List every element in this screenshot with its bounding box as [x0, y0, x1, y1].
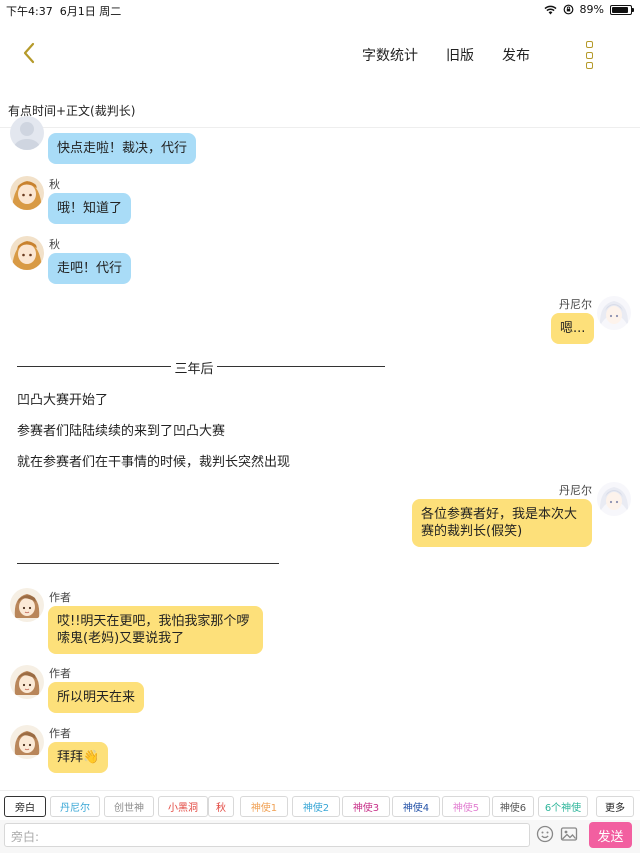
message-bubble[interactable]: 哦！知道了 [48, 193, 132, 224]
section-rule [17, 563, 279, 564]
emoji-button[interactable] [535, 824, 555, 844]
avatar-daniel[interactable] [597, 296, 631, 330]
role-selector-bar: 旁白 丹尼尔 创世神 小黑洞秋神使1 神使2 神使3 神使4 神使5 神使6 6个神使 更多 [0, 790, 640, 820]
narration-line[interactable]: 参赛者们陆陆续续的来到了凹凸大赛 [17, 420, 225, 439]
header-divider [0, 127, 640, 128]
sender-name: 丹尼尔 [559, 298, 592, 311]
avatar-qiu[interactable] [10, 236, 44, 270]
separator-line [217, 366, 385, 367]
avatar-partial[interactable] [10, 116, 44, 150]
author-avatar-icon [10, 588, 44, 622]
more-menu-button[interactable] [580, 41, 598, 69]
avatar-qiu[interactable] [10, 176, 44, 210]
message-line: 各位参赛者好，我是本次大 [421, 507, 578, 522]
avatar-daniel[interactable] [597, 482, 631, 516]
role-chip[interactable]: 更多 [596, 796, 634, 817]
sender-name: 作者 [49, 727, 71, 740]
avatar-author[interactable] [10, 588, 44, 622]
battery-icon [610, 4, 634, 15]
sender-name: 秋 [49, 178, 60, 191]
role-chip[interactable]: 秋 [208, 796, 234, 817]
character-avatar-icon [10, 176, 44, 210]
input-bar: 旁白: 发送 [0, 820, 640, 853]
narration-line[interactable]: 就在参赛者们在干事情的时候，裁判长突然出现 [17, 451, 290, 470]
battery-percent: 89% [579, 3, 604, 16]
image-button[interactable] [559, 824, 579, 844]
battery-fill [612, 6, 629, 13]
character-avatar-icon [597, 482, 631, 516]
chevron-left-icon [23, 42, 35, 64]
message-input[interactable]: 旁白: [4, 823, 530, 847]
menu-dot [585, 41, 593, 48]
role-chip[interactable]: 神使2 [292, 796, 340, 817]
waving-hand-icon: 👋 [83, 750, 100, 765]
top-nav: 字数统计 旧版 发布 [0, 28, 640, 80]
status-time-date: 下午4:37 6月1日 周二 [6, 3, 121, 19]
message-bubble[interactable]: 所以明天在来 [48, 682, 145, 713]
role-chip[interactable]: 神使4 [392, 796, 440, 817]
author-avatar-icon [10, 725, 44, 759]
role-chip[interactable]: 创世神 [104, 796, 154, 817]
message-text: 拜拜 [57, 750, 84, 765]
role-chip[interactable]: 神使3 [342, 796, 390, 817]
role-chip[interactable]: 神使1 [240, 796, 288, 817]
message-bubble[interactable]: 嗯... [551, 313, 595, 344]
message-bubble[interactable]: 各位参赛者好，我是本次大 赛的裁判长(假笑) [412, 499, 592, 547]
word-count-button[interactable]: 字数统计 [362, 45, 418, 65]
role-chip[interactable]: 小黑洞 [158, 796, 208, 817]
status-date: 6月1日 周二 [59, 5, 122, 18]
message-bubble[interactable]: 快点走啦！裁决，代行 [48, 133, 197, 164]
publish-button[interactable]: 发布 [502, 45, 530, 65]
author-avatar-icon [10, 665, 44, 699]
status-right: 89% [544, 3, 634, 16]
role-chip[interactable]: 6个神使 [538, 796, 588, 817]
message-bubble[interactable]: 走吧！代行 [48, 253, 132, 284]
menu-dot [585, 51, 593, 59]
sender-name: 作者 [49, 591, 71, 604]
smiley-icon [536, 825, 554, 843]
status-time: 下午4:37 [6, 5, 53, 18]
send-button[interactable]: 发送 [589, 822, 632, 848]
message-bubble[interactable]: 哎!!明天在更吧，我怕我家那个啰 嗦鬼(老妈)又要说我了 [48, 606, 263, 654]
sender-name: 作者 [49, 667, 71, 680]
back-button[interactable] [14, 38, 44, 68]
status-bar: 下午4:37 6月1日 周二 89% [0, 0, 640, 20]
separator-line [17, 366, 171, 367]
rotation-lock-icon [563, 4, 573, 15]
placeholder-avatar-icon [14, 122, 40, 150]
sender-name: 秋 [49, 238, 60, 251]
message-line: 嗦鬼(老妈)又要说我了 [57, 631, 185, 646]
sender-name: 丹尼尔 [559, 484, 592, 497]
old-version-button[interactable]: 旧版 [446, 45, 474, 65]
message-bubble[interactable]: 拜拜👋 [48, 742, 109, 773]
avatar-author[interactable] [10, 725, 44, 759]
narration-line[interactable]: 凹凸大赛开始了 [17, 389, 108, 408]
time-separator: 三年后 [17, 358, 385, 377]
image-icon [560, 827, 578, 841]
role-chip[interactable]: 丹尼尔 [50, 796, 100, 817]
wifi-icon [544, 5, 557, 14]
message-line: 哎!!明天在更吧，我怕我家那个啰 [57, 614, 250, 629]
role-chip[interactable]: 旁白 [4, 796, 46, 817]
message-line: 赛的裁判长(假笑) [421, 524, 523, 539]
role-chip[interactable]: 神使6 [492, 796, 534, 817]
separator-label: 三年后 [174, 362, 214, 377]
avatar-author[interactable] [10, 665, 44, 699]
character-avatar-icon [10, 236, 44, 270]
menu-dot [585, 62, 593, 69]
character-avatar-icon [597, 296, 631, 330]
role-chip[interactable]: 神使5 [442, 796, 490, 817]
